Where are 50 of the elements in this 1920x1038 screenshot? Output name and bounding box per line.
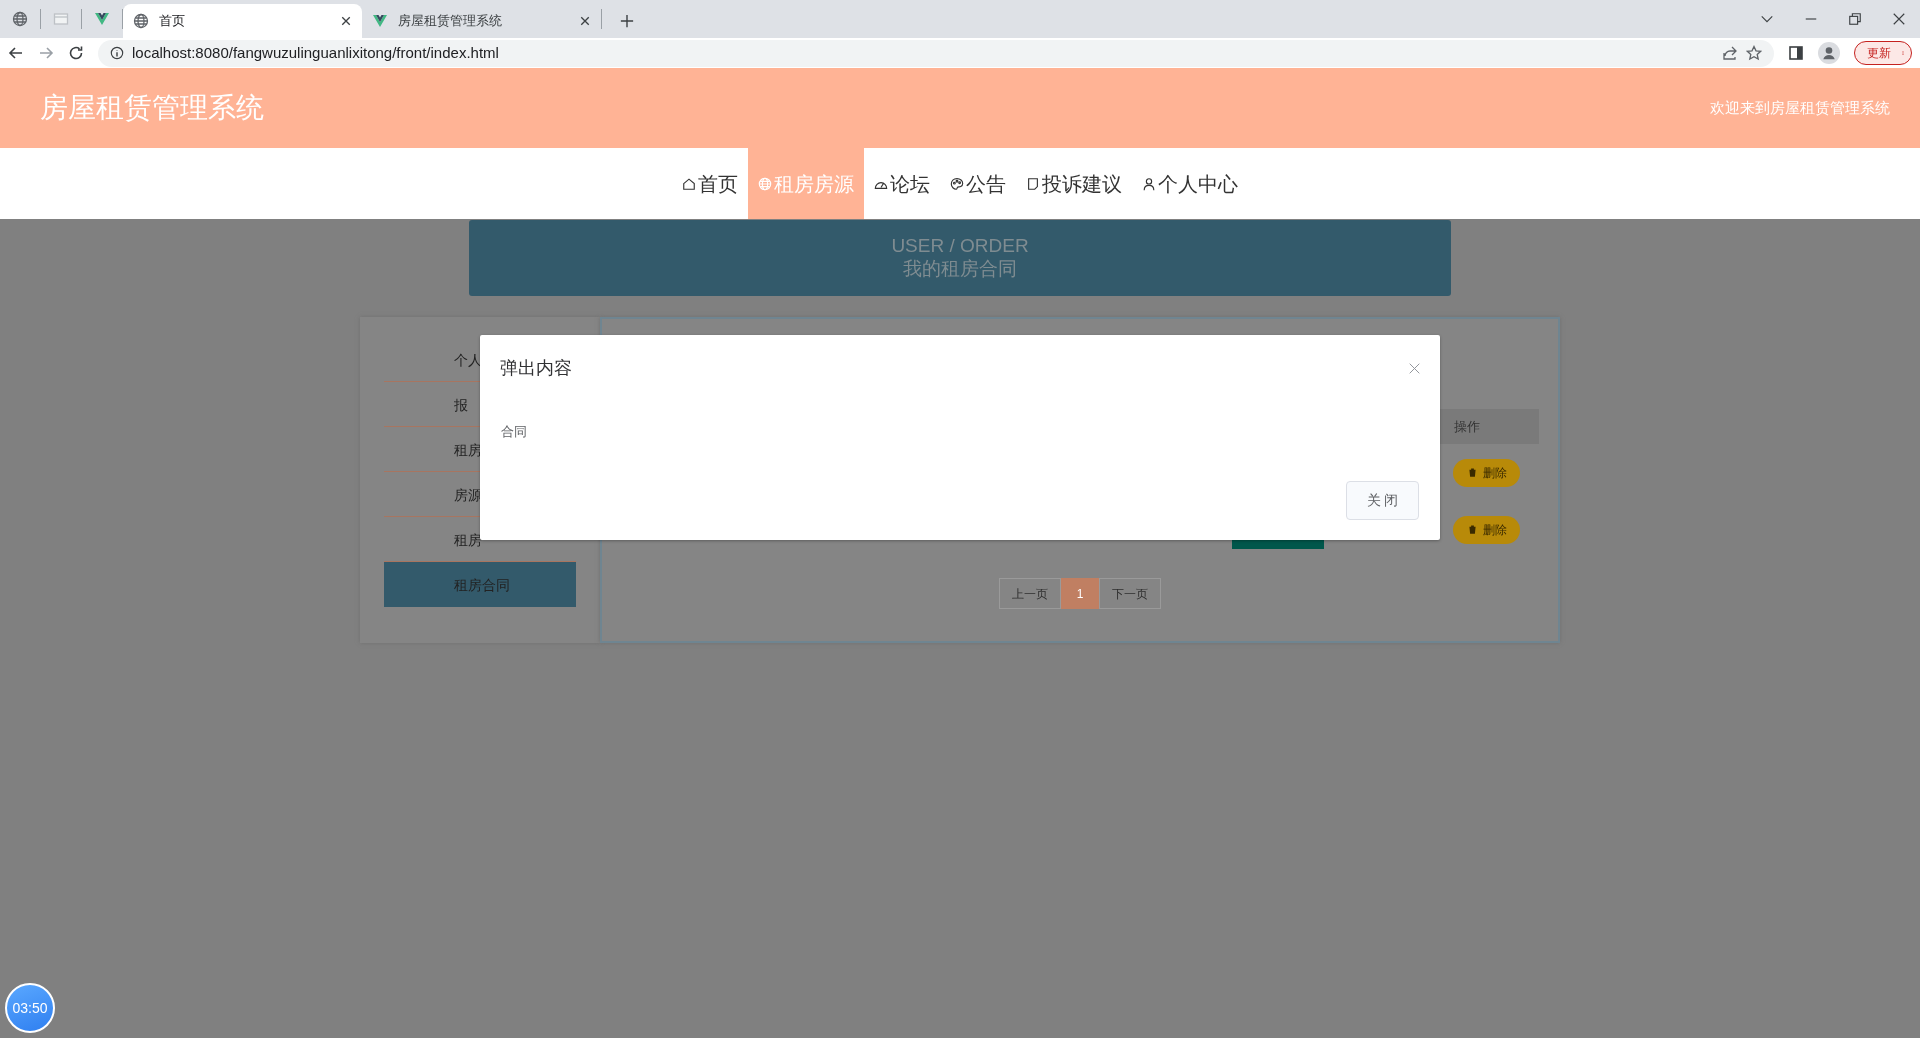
star-icon[interactable] [1746, 45, 1762, 61]
timer-badge: 03:50 [5, 983, 55, 1033]
delete-button[interactable]: 删除 [1453, 515, 1520, 544]
nav-item[interactable]: 公告 [940, 148, 1016, 219]
back-arrow-icon[interactable] [8, 45, 24, 61]
side-panel-icon[interactable] [1788, 45, 1804, 61]
info-icon [110, 46, 124, 60]
nav-item[interactable]: 投诉建议 [1016, 148, 1132, 219]
nav-item[interactable]: 首页 [672, 148, 748, 219]
dialog-title: 弹出内容 [500, 357, 572, 380]
dialog-body: 合同 [500, 423, 528, 441]
page-button[interactable]: 1 [1060, 578, 1100, 609]
house-icon [682, 176, 696, 191]
delete-button[interactable]: 删除 [1453, 458, 1520, 487]
avatar-icon[interactable] [1818, 42, 1840, 64]
v-logo-icon [372, 13, 388, 29]
browser-tab[interactable]: 首页 [123, 4, 362, 38]
share-icon[interactable] [1722, 45, 1738, 61]
forward-arrow-icon[interactable] [38, 45, 54, 61]
trash-icon [1466, 524, 1478, 535]
next-page-button[interactable]: 下一页 [1099, 578, 1162, 609]
browser-tab[interactable]: 房屋租赁管理系统 [362, 4, 601, 38]
globe-icon [133, 13, 149, 29]
banner-subtitle: 我的租房合同 [903, 258, 1017, 281]
nav-item[interactable]: 论坛 [864, 148, 940, 219]
new-tab-icon[interactable] [620, 14, 634, 28]
reload-icon[interactable] [68, 45, 84, 61]
column-header: 操作 [1440, 409, 1539, 444]
note-icon [1026, 176, 1040, 191]
update-button[interactable]: 更新 [1854, 41, 1912, 65]
nav-item[interactable]: 个人中心 [1132, 148, 1248, 219]
banner-title: USER / ORDER [891, 235, 1029, 258]
welcome-text: 欢迎来到房屋租赁管理系统 [1710, 97, 1890, 118]
close-icon[interactable] [340, 15, 352, 27]
globe-icon [758, 176, 772, 191]
address-bar[interactable]: localhost:8080/fangwuzulinguanlixitong/front/index.html [98, 39, 1774, 67]
user-icon [1142, 176, 1156, 191]
site-title: 房屋租赁管理系统 [40, 91, 264, 125]
close-button[interactable] [1409, 363, 1420, 374]
v-logo-icon [94, 11, 110, 27]
restore-icon[interactable] [1848, 12, 1862, 26]
spreadsheet-icon [53, 11, 69, 27]
close-icon[interactable] [579, 15, 591, 27]
globe-icon [12, 11, 28, 27]
close-icon[interactable] [1892, 12, 1906, 26]
trash-icon [1466, 467, 1478, 478]
close-button[interactable]: 关 闭 [1346, 481, 1419, 520]
close-icon [1409, 363, 1420, 374]
palette-icon [950, 176, 964, 191]
prev-page-button[interactable]: 上一页 [998, 578, 1061, 609]
